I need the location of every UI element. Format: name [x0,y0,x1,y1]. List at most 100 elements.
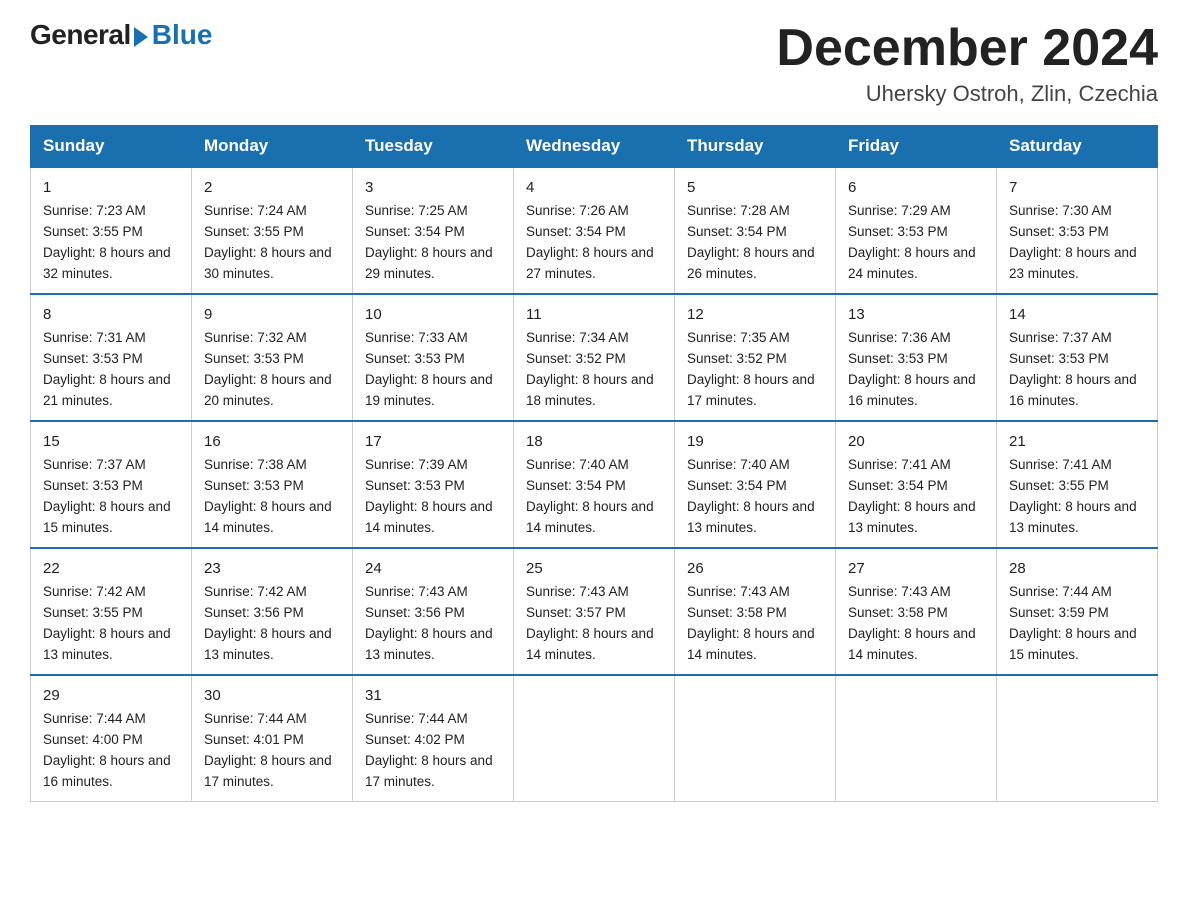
calendar-cell: 7 Sunrise: 7:30 AMSunset: 3:53 PMDaylight… [997,167,1158,294]
calendar-cell: 6 Sunrise: 7:29 AMSunset: 3:53 PMDaylight… [836,167,997,294]
day-number: 10 [365,303,501,326]
day-number: 29 [43,684,179,707]
calendar-cell: 27 Sunrise: 7:43 AMSunset: 3:58 PMDayligh… [836,548,997,675]
calendar-cell: 4Sunrise: 7:26 AMSunset: 3:54 PMDaylight… [514,167,675,294]
calendar-cell: 9 Sunrise: 7:32 AMSunset: 3:53 PMDaylight… [192,294,353,421]
calendar-header-tuesday: Tuesday [353,126,514,168]
calendar-week-row: 29 Sunrise: 7:44 AMSunset: 4:00 PMDayligh… [31,675,1158,801]
day-number: 19 [687,430,823,453]
day-number: 16 [204,430,340,453]
calendar-cell: 3Sunrise: 7:25 AMSunset: 3:54 PMDaylight… [353,167,514,294]
cell-sunrise: Sunrise: 7:40 AMSunset: 3:54 PMDaylight:… [526,457,654,535]
day-number: 5 [687,176,823,199]
calendar-cell: 5Sunrise: 7:28 AMSunset: 3:54 PMDaylight… [675,167,836,294]
calendar-cell: 24Sunrise: 7:43 AMSunset: 3:56 PMDayligh… [353,548,514,675]
calendar-cell: 12Sunrise: 7:35 AMSunset: 3:52 PMDayligh… [675,294,836,421]
cell-sunrise: Sunrise: 7:24 AMSunset: 3:55 PMDaylight:… [204,203,332,281]
cell-sunrise: Sunrise: 7:38 AMSunset: 3:53 PMDaylight:… [204,457,332,535]
cell-sunrise: Sunrise: 7:30 AMSunset: 3:53 PMDaylight:… [1009,203,1137,281]
calendar-cell: 2 Sunrise: 7:24 AMSunset: 3:55 PMDaylight… [192,167,353,294]
calendar-cell [836,675,997,801]
cell-sunrise: Sunrise: 7:43 AMSunset: 3:57 PMDaylight:… [526,584,654,662]
calendar-cell: 17 Sunrise: 7:39 AMSunset: 3:53 PMDayligh… [353,421,514,548]
calendar-cell: 21Sunrise: 7:41 AMSunset: 3:55 PMDayligh… [997,421,1158,548]
cell-sunrise: Sunrise: 7:25 AMSunset: 3:54 PMDaylight:… [365,203,493,281]
calendar-cell: 28 Sunrise: 7:44 AMSunset: 3:59 PMDayligh… [997,548,1158,675]
calendar-cell: 11Sunrise: 7:34 AMSunset: 3:52 PMDayligh… [514,294,675,421]
calendar-week-row: 15Sunrise: 7:37 AMSunset: 3:53 PMDayligh… [31,421,1158,548]
day-number: 1 [43,176,179,199]
calendar-header-wednesday: Wednesday [514,126,675,168]
calendar-cell [997,675,1158,801]
calendar-cell: 8Sunrise: 7:31 AMSunset: 3:53 PMDaylight… [31,294,192,421]
calendar-cell: 1Sunrise: 7:23 AMSunset: 3:55 PMDaylight… [31,167,192,294]
day-number: 13 [848,303,984,326]
day-number: 12 [687,303,823,326]
day-number: 30 [204,684,340,707]
calendar-table: SundayMondayTuesdayWednesdayThursdayFrid… [30,125,1158,802]
day-number: 6 [848,176,984,199]
cell-sunrise: Sunrise: 7:32 AMSunset: 3:53 PMDaylight:… [204,330,332,408]
cell-sunrise: Sunrise: 7:43 AMSunset: 3:58 PMDaylight:… [848,584,976,662]
calendar-header-friday: Friday [836,126,997,168]
day-number: 25 [526,557,662,580]
cell-sunrise: Sunrise: 7:42 AMSunset: 3:56 PMDaylight:… [204,584,332,662]
calendar-cell: 25 Sunrise: 7:43 AMSunset: 3:57 PMDayligh… [514,548,675,675]
cell-sunrise: Sunrise: 7:44 AMSunset: 4:02 PMDaylight:… [365,711,493,789]
cell-sunrise: Sunrise: 7:33 AMSunset: 3:53 PMDaylight:… [365,330,493,408]
calendar-cell: 29 Sunrise: 7:44 AMSunset: 4:00 PMDayligh… [31,675,192,801]
calendar-week-row: 1Sunrise: 7:23 AMSunset: 3:55 PMDaylight… [31,167,1158,294]
calendar-cell: 23 Sunrise: 7:42 AMSunset: 3:56 PMDayligh… [192,548,353,675]
day-number: 27 [848,557,984,580]
cell-sunrise: Sunrise: 7:34 AMSunset: 3:52 PMDaylight:… [526,330,654,408]
day-number: 20 [848,430,984,453]
calendar-cell [514,675,675,801]
logo-arrow-icon [134,27,148,47]
cell-sunrise: Sunrise: 7:41 AMSunset: 3:54 PMDaylight:… [848,457,976,535]
day-number: 4 [526,176,662,199]
day-number: 2 [204,176,340,199]
calendar-cell: 19Sunrise: 7:40 AMSunset: 3:54 PMDayligh… [675,421,836,548]
day-number: 14 [1009,303,1145,326]
calendar-cell: 18 Sunrise: 7:40 AMSunset: 3:54 PMDayligh… [514,421,675,548]
calendar-cell [675,675,836,801]
calendar-cell: 31Sunrise: 7:44 AMSunset: 4:02 PMDayligh… [353,675,514,801]
day-number: 18 [526,430,662,453]
day-number: 17 [365,430,501,453]
cell-sunrise: Sunrise: 7:44 AMSunset: 4:01 PMDaylight:… [204,711,332,789]
logo-general-text: General [30,20,131,51]
cell-sunrise: Sunrise: 7:44 AMSunset: 3:59 PMDaylight:… [1009,584,1137,662]
calendar-header-row: SundayMondayTuesdayWednesdayThursdayFrid… [31,126,1158,168]
title-block: December 2024 Uhersky Ostroh, Zlin, Czec… [776,20,1158,107]
cell-sunrise: Sunrise: 7:29 AMSunset: 3:53 PMDaylight:… [848,203,976,281]
day-number: 7 [1009,176,1145,199]
location-title: Uhersky Ostroh, Zlin, Czechia [776,81,1158,107]
calendar-cell: 16 Sunrise: 7:38 AMSunset: 3:53 PMDayligh… [192,421,353,548]
page-header: General Blue December 2024 Uhersky Ostro… [30,20,1158,107]
cell-sunrise: Sunrise: 7:44 AMSunset: 4:00 PMDaylight:… [43,711,171,789]
cell-sunrise: Sunrise: 7:43 AMSunset: 3:58 PMDaylight:… [687,584,815,662]
calendar-cell: 22 Sunrise: 7:42 AMSunset: 3:55 PMDayligh… [31,548,192,675]
logo: General Blue [30,20,212,51]
day-number: 28 [1009,557,1145,580]
calendar-week-row: 8Sunrise: 7:31 AMSunset: 3:53 PMDaylight… [31,294,1158,421]
day-number: 22 [43,557,179,580]
calendar-header-sunday: Sunday [31,126,192,168]
day-number: 9 [204,303,340,326]
day-number: 24 [365,557,501,580]
cell-sunrise: Sunrise: 7:39 AMSunset: 3:53 PMDaylight:… [365,457,493,535]
month-title: December 2024 [776,20,1158,77]
cell-sunrise: Sunrise: 7:41 AMSunset: 3:55 PMDaylight:… [1009,457,1137,535]
day-number: 23 [204,557,340,580]
calendar-week-row: 22 Sunrise: 7:42 AMSunset: 3:55 PMDayligh… [31,548,1158,675]
calendar-header-monday: Monday [192,126,353,168]
cell-sunrise: Sunrise: 7:36 AMSunset: 3:53 PMDaylight:… [848,330,976,408]
cell-sunrise: Sunrise: 7:31 AMSunset: 3:53 PMDaylight:… [43,330,171,408]
calendar-cell: 14 Sunrise: 7:37 AMSunset: 3:53 PMDayligh… [997,294,1158,421]
calendar-header-thursday: Thursday [675,126,836,168]
cell-sunrise: Sunrise: 7:37 AMSunset: 3:53 PMDaylight:… [1009,330,1137,408]
calendar-cell: 20 Sunrise: 7:41 AMSunset: 3:54 PMDayligh… [836,421,997,548]
cell-sunrise: Sunrise: 7:42 AMSunset: 3:55 PMDaylight:… [43,584,171,662]
day-number: 15 [43,430,179,453]
logo-blue-text: Blue [152,20,213,51]
